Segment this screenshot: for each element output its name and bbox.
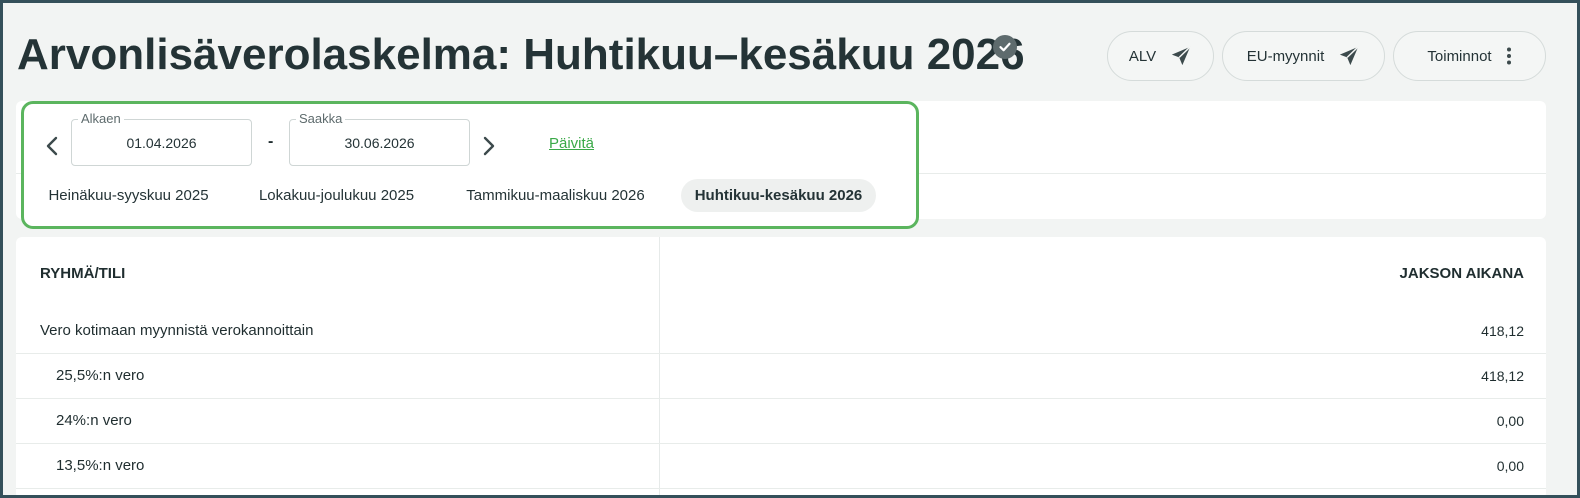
paper-plane-icon (1170, 45, 1192, 67)
page-title-period: Huhtikuu–kesäkuu 2026 (523, 30, 1025, 79)
table-row[interactable]: 25,5%:n vero 418,12 (16, 354, 1546, 399)
date-range-separator: - (268, 133, 274, 150)
table-row[interactable]: 13,5%:n vero 0,00 (16, 444, 1546, 489)
end-date-label: Saakka (296, 111, 346, 127)
app-frame: Arvonlisäverolaskelma: Huhtikuu–kesäkuu … (3, 3, 1577, 495)
chevron-left-icon (46, 136, 58, 156)
period-tab-q1-2026[interactable]: Tammikuu-maaliskuu 2026 (453, 179, 658, 212)
end-date-field[interactable]: Saakka 30.06.2026 (289, 111, 470, 166)
column-header-group: RYHMÄ/TILI (40, 265, 126, 282)
period-tab-q3-2025[interactable]: Heinäkuu-syyskuu 2025 (37, 179, 220, 212)
row-value: 0,00 (1496, 413, 1524, 429)
eu-sales-button[interactable]: EU-myynnit (1222, 31, 1385, 81)
row-label: Vero kotimaan myynnistä verokannoittain (40, 322, 314, 339)
end-date-value: 30.06.2026 (344, 134, 415, 151)
actions-menu-label: Toiminnot (1427, 47, 1492, 65)
row-label: 25,5%:n vero (56, 367, 145, 384)
row-label: 13,5%:n vero (56, 457, 145, 474)
refresh-link[interactable]: Päivitä (549, 135, 594, 152)
start-date-field[interactable]: Alkaen 01.04.2026 (71, 111, 252, 166)
period-tab-q4-2025[interactable]: Lokakuu-joulukuu 2025 (246, 179, 427, 212)
chevron-right-icon (483, 136, 495, 156)
vat-table: RYHMÄ/TILI JAKSON AIKANA Vero kotimaan m… (16, 237, 1546, 495)
table-row[interactable]: 24%:n vero 0,00 (16, 399, 1546, 444)
alv-button-label: ALV (1128, 47, 1157, 65)
row-value: 418,12 (1481, 368, 1524, 384)
page-title-prefix: Arvonlisäverolaskelma: (17, 30, 524, 79)
row-value: 418,12 (1481, 323, 1524, 339)
page-title: Arvonlisäverolaskelma: Huhtikuu–kesäkuu … (17, 27, 1025, 83)
paper-plane-icon (1338, 45, 1360, 67)
alv-button[interactable]: ALV (1107, 31, 1214, 81)
start-date-label: Alkaen (78, 111, 124, 127)
row-value: 0,00 (1496, 458, 1524, 474)
vertical-dots-icon (1506, 47, 1512, 65)
start-date-value: 01.04.2026 (126, 134, 197, 151)
previous-period-button[interactable] (40, 131, 64, 161)
next-period-button[interactable] (477, 131, 501, 161)
check-circle-icon (993, 35, 1017, 59)
actions-menu-button[interactable]: Toiminnot (1393, 31, 1546, 81)
column-header-period: JAKSON AIKANA (1399, 265, 1524, 282)
period-tab-q2-2026[interactable]: Huhtikuu-kesäkuu 2026 (681, 179, 876, 212)
table-row[interactable]: Vero kotimaan myynnistä verokannoittain … (16, 309, 1546, 354)
eu-sales-button-label: EU-myynnit (1246, 47, 1325, 65)
row-label: 24%:n vero (56, 412, 132, 429)
